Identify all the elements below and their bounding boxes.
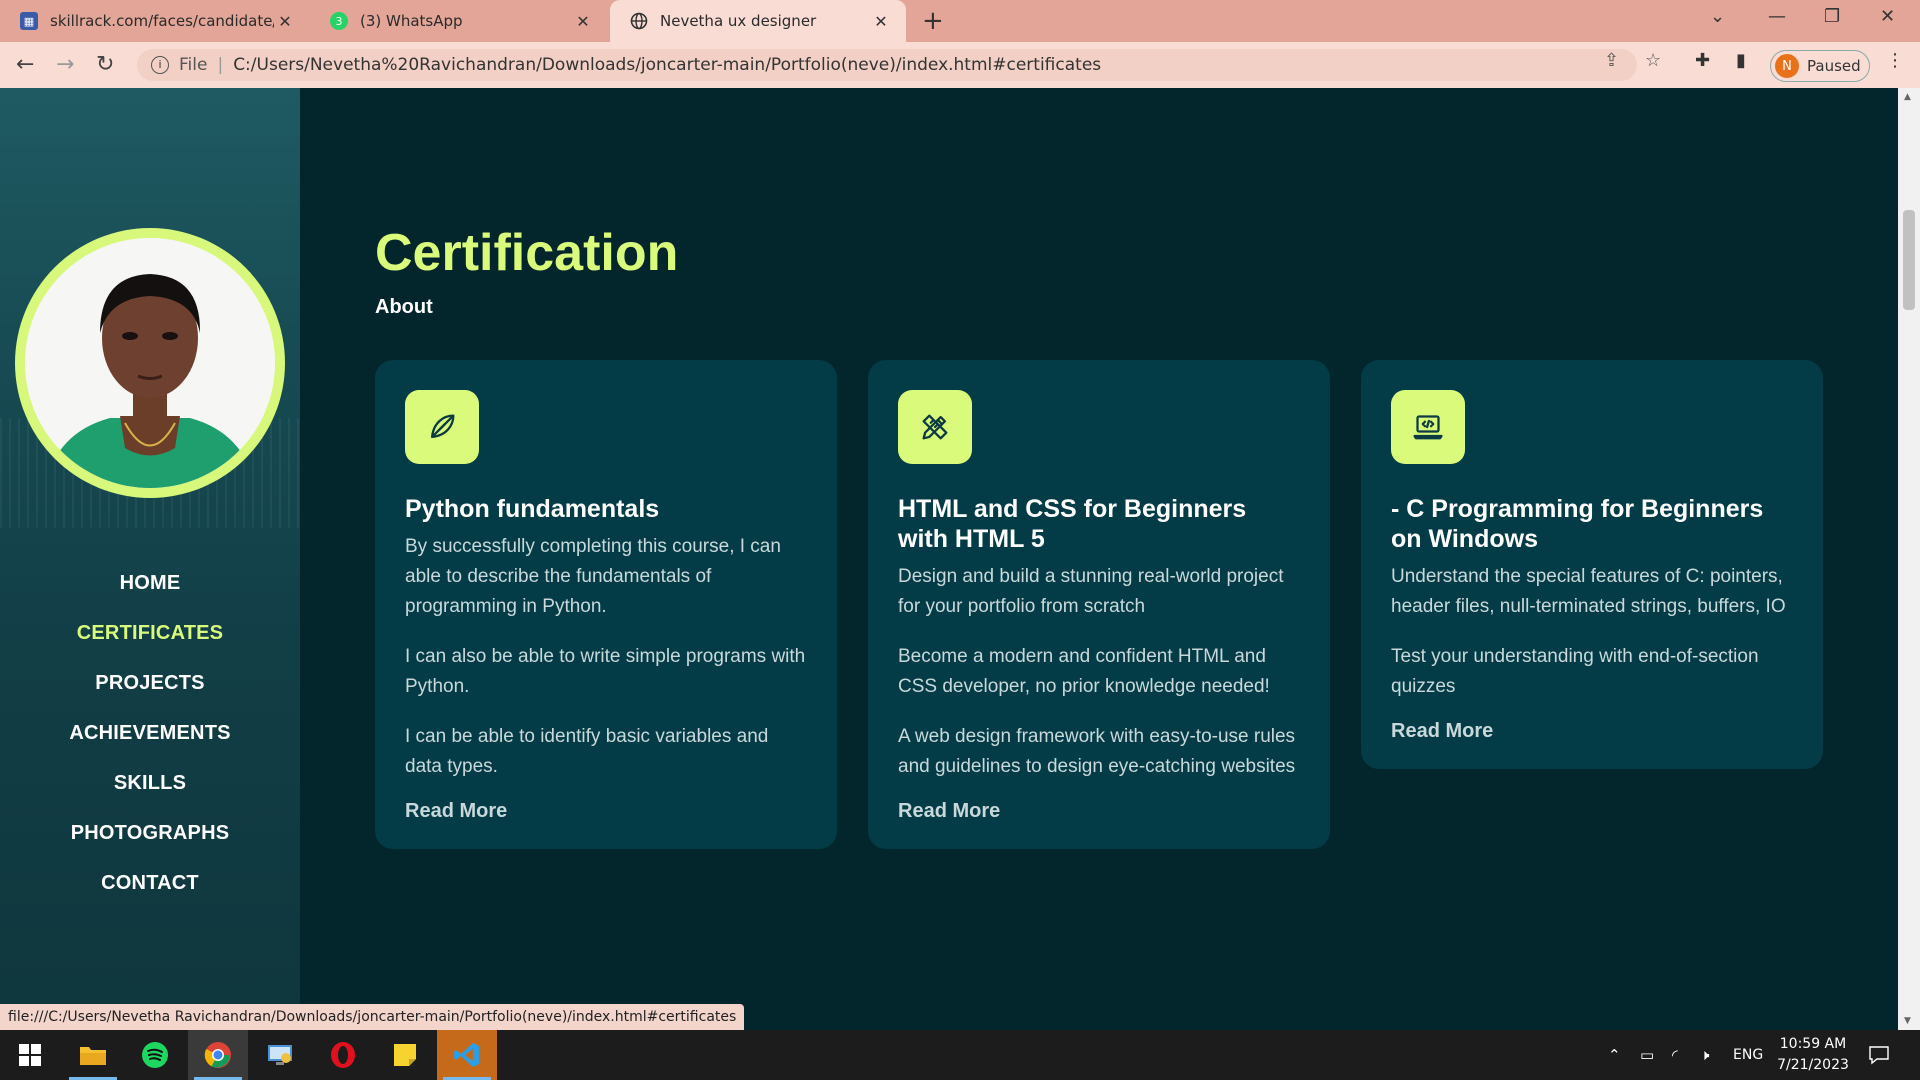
globe-favicon-icon	[630, 12, 648, 30]
tab-whatsapp[interactable]: 3 (3) WhatsApp ✕	[310, 0, 608, 42]
pencil-ruler-icon	[898, 390, 972, 464]
page-scrollbar[interactable]: ▲ ▼	[1898, 88, 1920, 1030]
profile-photo	[15, 228, 285, 498]
battery-icon[interactable]: ▭	[1640, 1030, 1654, 1080]
card-title: - C Programming for Beginners on Windows	[1391, 495, 1764, 553]
volume-muted-icon[interactable]: 🕨	[1700, 1030, 1709, 1080]
read-more-link[interactable]: Read More	[405, 800, 807, 823]
close-tab-icon[interactable]: ✕	[572, 12, 594, 31]
new-tab-plus-icon[interactable]: +	[922, 6, 944, 36]
certificate-card: HTML and CSS for Beginners with HTML 5 D…	[868, 360, 1330, 849]
sticky-notes-icon[interactable]	[375, 1030, 435, 1080]
card-text: By successfully completing this course, …	[405, 536, 781, 617]
nav-certificates[interactable]: CERTIFICATES	[0, 608, 300, 658]
certificate-card: - C Programming for Beginners on Windows…	[1361, 360, 1823, 769]
certificates-section: Certification About Python fundamentals …	[300, 88, 1898, 1030]
skillrack-favicon-icon: ▦	[20, 12, 38, 30]
wifi-icon[interactable]: ◜	[1672, 1030, 1678, 1080]
windows-start-icon[interactable]	[0, 1030, 60, 1080]
tab-skillrack[interactable]: ▦ skillrack.com/faces/candidate/tra ✕	[0, 0, 310, 42]
address-bar[interactable]: i File | C:/Users/Nevetha%20Ravichandran…	[137, 49, 1637, 81]
tab-title: skillrack.com/faces/candidate/tra	[50, 12, 274, 30]
card-text: Design and build a stunning real-world p…	[898, 566, 1284, 617]
share-icon[interactable]: ⇪	[1604, 50, 1619, 71]
read-more-link[interactable]: Read More	[898, 800, 1300, 823]
scrollbar-thumb[interactable]	[1903, 210, 1915, 310]
chrome-icon[interactable]	[188, 1030, 248, 1080]
person-portrait-icon	[25, 238, 275, 488]
avatar: N	[1775, 54, 1799, 78]
read-more-link[interactable]: Read More	[1391, 720, 1793, 743]
close-tab-icon[interactable]: ✕	[870, 12, 892, 31]
profile-status: Paused	[1807, 57, 1861, 75]
tab-title: Nevetha ux designer	[660, 12, 817, 30]
card-text: I can also be able to write simple progr…	[405, 646, 806, 697]
nav-photographs[interactable]: PHOTOGRAPHS	[0, 808, 300, 858]
back-arrow-icon[interactable]: ←	[16, 52, 34, 77]
nav-achievements[interactable]: ACHIEVEMENTS	[0, 708, 300, 758]
reload-icon[interactable]: ↻	[96, 52, 114, 77]
vscode-icon[interactable]	[437, 1030, 497, 1080]
nav-home[interactable]: HOME	[0, 558, 300, 608]
card-title: HTML and CSS for Beginners with HTML 5	[898, 495, 1247, 553]
profile-button[interactable]: N Paused	[1770, 50, 1870, 82]
link-status-bubble: file:///C:/Users/Nevetha Ravichandran/Do…	[0, 1004, 745, 1030]
language-indicator[interactable]: ENG	[1733, 1030, 1763, 1080]
bookmark-star-icon[interactable]: ☆	[1645, 50, 1661, 71]
nav-projects[interactable]: PROJECTS	[0, 658, 300, 708]
tray-overflow-chevron-icon[interactable]: ⌃	[1608, 1030, 1621, 1080]
address-url[interactable]: C:/Users/Nevetha%20Ravichandran/Download…	[233, 55, 1101, 75]
card-text: I can be able to identify basic variable…	[405, 726, 769, 777]
scroll-down-icon[interactable]: ▼	[1904, 1016, 1911, 1026]
window-close-icon[interactable]: ✕	[1880, 6, 1895, 27]
windows-taskbar: ⌃ ▭ ◜ 🕨 ENG 10:59 AM 7/21/2023	[0, 1030, 1920, 1080]
card-title: Python fundamentals	[405, 495, 660, 523]
system-clock[interactable]: 10:59 AM 7/21/2023	[1768, 1034, 1858, 1076]
extensions-puzzle-icon[interactable]: ✚	[1695, 50, 1710, 71]
close-tab-icon[interactable]: ✕	[274, 12, 296, 31]
clock-date: 7/21/2023	[1777, 1057, 1849, 1073]
scroll-up-icon[interactable]: ▲	[1904, 92, 1911, 102]
tab-title: (3) WhatsApp	[360, 12, 463, 30]
clock-time: 10:59 AM	[1779, 1036, 1847, 1052]
scheme-label: File	[179, 55, 208, 75]
section-subheading: About	[375, 296, 433, 318]
nav-skills[interactable]: SKILLS	[0, 758, 300, 808]
file-explorer-icon[interactable]	[63, 1030, 123, 1080]
section-heading: Certification	[375, 224, 679, 282]
feather-pen-icon	[405, 390, 479, 464]
card-text: Understand the special features of C: po…	[1391, 566, 1786, 617]
opera-icon[interactable]	[313, 1030, 373, 1080]
menu-kebab-icon[interactable]: ⋮	[1886, 50, 1904, 71]
notifications-icon[interactable]	[1868, 1030, 1890, 1080]
control-panel-icon[interactable]	[250, 1030, 310, 1080]
main-nav: HOME CERTIFICATES PROJECTS ACHIEVEMENTS …	[0, 558, 300, 908]
minimize-icon[interactable]: —	[1768, 6, 1786, 27]
spotify-icon[interactable]	[125, 1030, 185, 1080]
browser-tab-strip: ▦ skillrack.com/faces/candidate/tra ✕ 3 …	[0, 0, 1920, 42]
certificate-card: Python fundamentals By successfully comp…	[375, 360, 837, 849]
card-text: A web design framework with easy-to-use …	[898, 726, 1296, 777]
laptop-code-icon	[1391, 390, 1465, 464]
site-info-icon[interactable]: i	[151, 56, 169, 74]
sidebar: HOME CERTIFICATES PROJECTS ACHIEVEMENTS …	[0, 88, 300, 1030]
tab-search-chevron-icon[interactable]: ⌄	[1710, 6, 1725, 27]
side-panel-icon[interactable]: ▮	[1736, 50, 1746, 71]
card-text: Test your understanding with end-of-sect…	[1391, 646, 1759, 697]
card-text: Become a modern and confident HTML and C…	[898, 646, 1270, 697]
address-separator: |	[217, 55, 224, 75]
tab-nevetha-ux-designer[interactable]: Nevetha ux designer ✕	[610, 0, 906, 42]
forward-arrow-icon[interactable]: →	[56, 52, 74, 77]
whatsapp-favicon-icon: 3	[330, 12, 348, 30]
browser-toolbar: ← → ↻ i File | C:/Users/Nevetha%20Ravich…	[0, 42, 1920, 88]
nav-contact[interactable]: CONTACT	[0, 858, 300, 908]
restore-icon[interactable]: ❐	[1824, 6, 1840, 27]
